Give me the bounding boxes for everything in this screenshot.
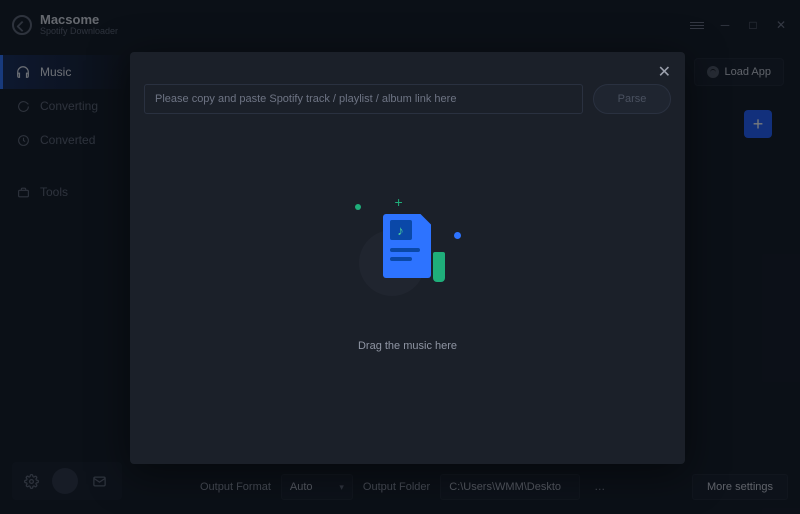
drag-hint: Drag the music here xyxy=(358,340,457,352)
modal-close-button[interactable]: ✕ xyxy=(658,62,671,82)
add-music-modal: ✕ Parse + ♪ Drag the music here xyxy=(130,52,685,464)
music-document-illustration: + ♪ xyxy=(353,202,463,302)
close-icon: ✕ xyxy=(658,64,671,81)
parse-label: Parse xyxy=(618,93,647,105)
app-window: Macsome Spotify Downloader ─ □ ✕ Music C… xyxy=(0,0,800,514)
music-note-icon: ♪ xyxy=(397,223,404,238)
parse-button[interactable]: Parse xyxy=(593,84,671,114)
url-input[interactable] xyxy=(144,84,583,114)
drop-zone[interactable]: + ♪ Drag the music here xyxy=(130,202,685,352)
plus-decoration-icon: + xyxy=(395,194,403,210)
